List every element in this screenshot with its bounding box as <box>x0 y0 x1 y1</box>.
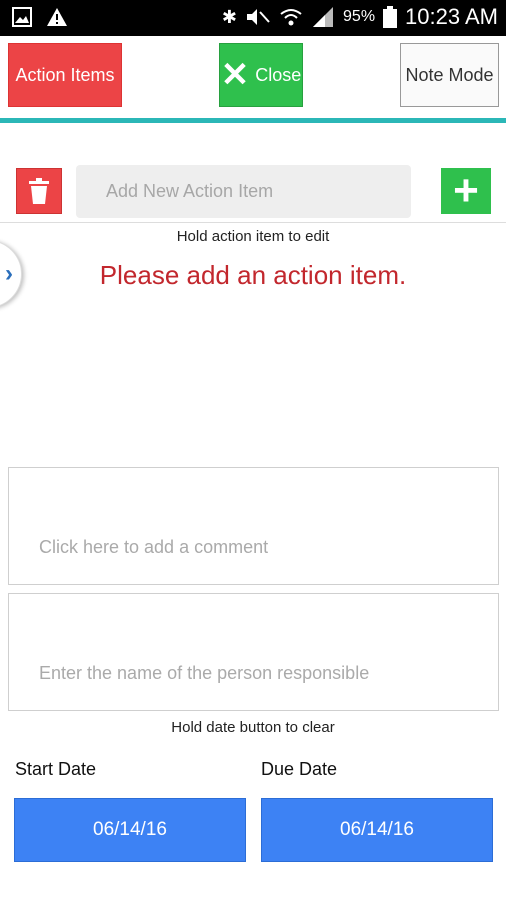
close-icon: ✕ <box>220 56 250 94</box>
warning-icon <box>47 8 67 26</box>
start-date-button[interactable]: 06/14/16 <box>14 798 246 862</box>
responsible-placeholder: Enter the name of the person responsible <box>39 663 370 683</box>
note-mode-label: Note Mode <box>405 64 494 85</box>
signal-icon <box>313 7 334 27</box>
image-icon <box>12 7 32 27</box>
edit-hint: Hold action item to edit <box>176 228 330 245</box>
status-bar: ✱ 95% 10:23 AM <box>0 0 506 36</box>
trash-icon <box>29 178 49 204</box>
wifi-icon <box>280 9 302 26</box>
start-date-value: 06/14/16 <box>93 819 167 840</box>
note-mode-button[interactable]: Note Mode <box>400 43 499 107</box>
delete-button[interactable] <box>16 168 62 214</box>
add-action-button[interactable]: + <box>441 168 491 214</box>
responsible-person-field[interactable]: Enter the name of the person responsible <box>8 593 499 711</box>
battery-percent: 95% <box>343 8 376 25</box>
divider <box>0 222 506 223</box>
close-button[interactable]: ✕ Close <box>219 43 303 107</box>
plus-icon: + <box>453 166 479 215</box>
due-date-value: 06/14/16 <box>340 819 414 840</box>
top-toolbar: Action Items ✕ Close Note Mode <box>0 36 506 123</box>
new-action-item-input[interactable] <box>76 165 411 218</box>
action-items-label: Action Items <box>15 64 115 85</box>
clock: 10:23 AM <box>405 4 498 29</box>
mute-icon <box>247 9 270 25</box>
date-hint: Hold date button to clear <box>171 719 335 736</box>
battery-icon <box>383 6 398 28</box>
bluetooth-icon: ✱ <box>221 6 238 27</box>
due-date-button[interactable]: 06/14/16 <box>261 798 493 862</box>
start-date-label: Start Date <box>15 759 97 779</box>
add-action-row: + <box>0 164 506 222</box>
comment-field[interactable]: Click here to add a comment <box>8 467 499 585</box>
action-items-button[interactable]: Action Items <box>8 43 122 107</box>
due-date-label: Due Date <box>261 759 338 779</box>
empty-list-message: Please add an action item. <box>99 260 407 290</box>
close-label: Close <box>255 64 302 85</box>
comment-placeholder: Click here to add a comment <box>39 537 269 557</box>
